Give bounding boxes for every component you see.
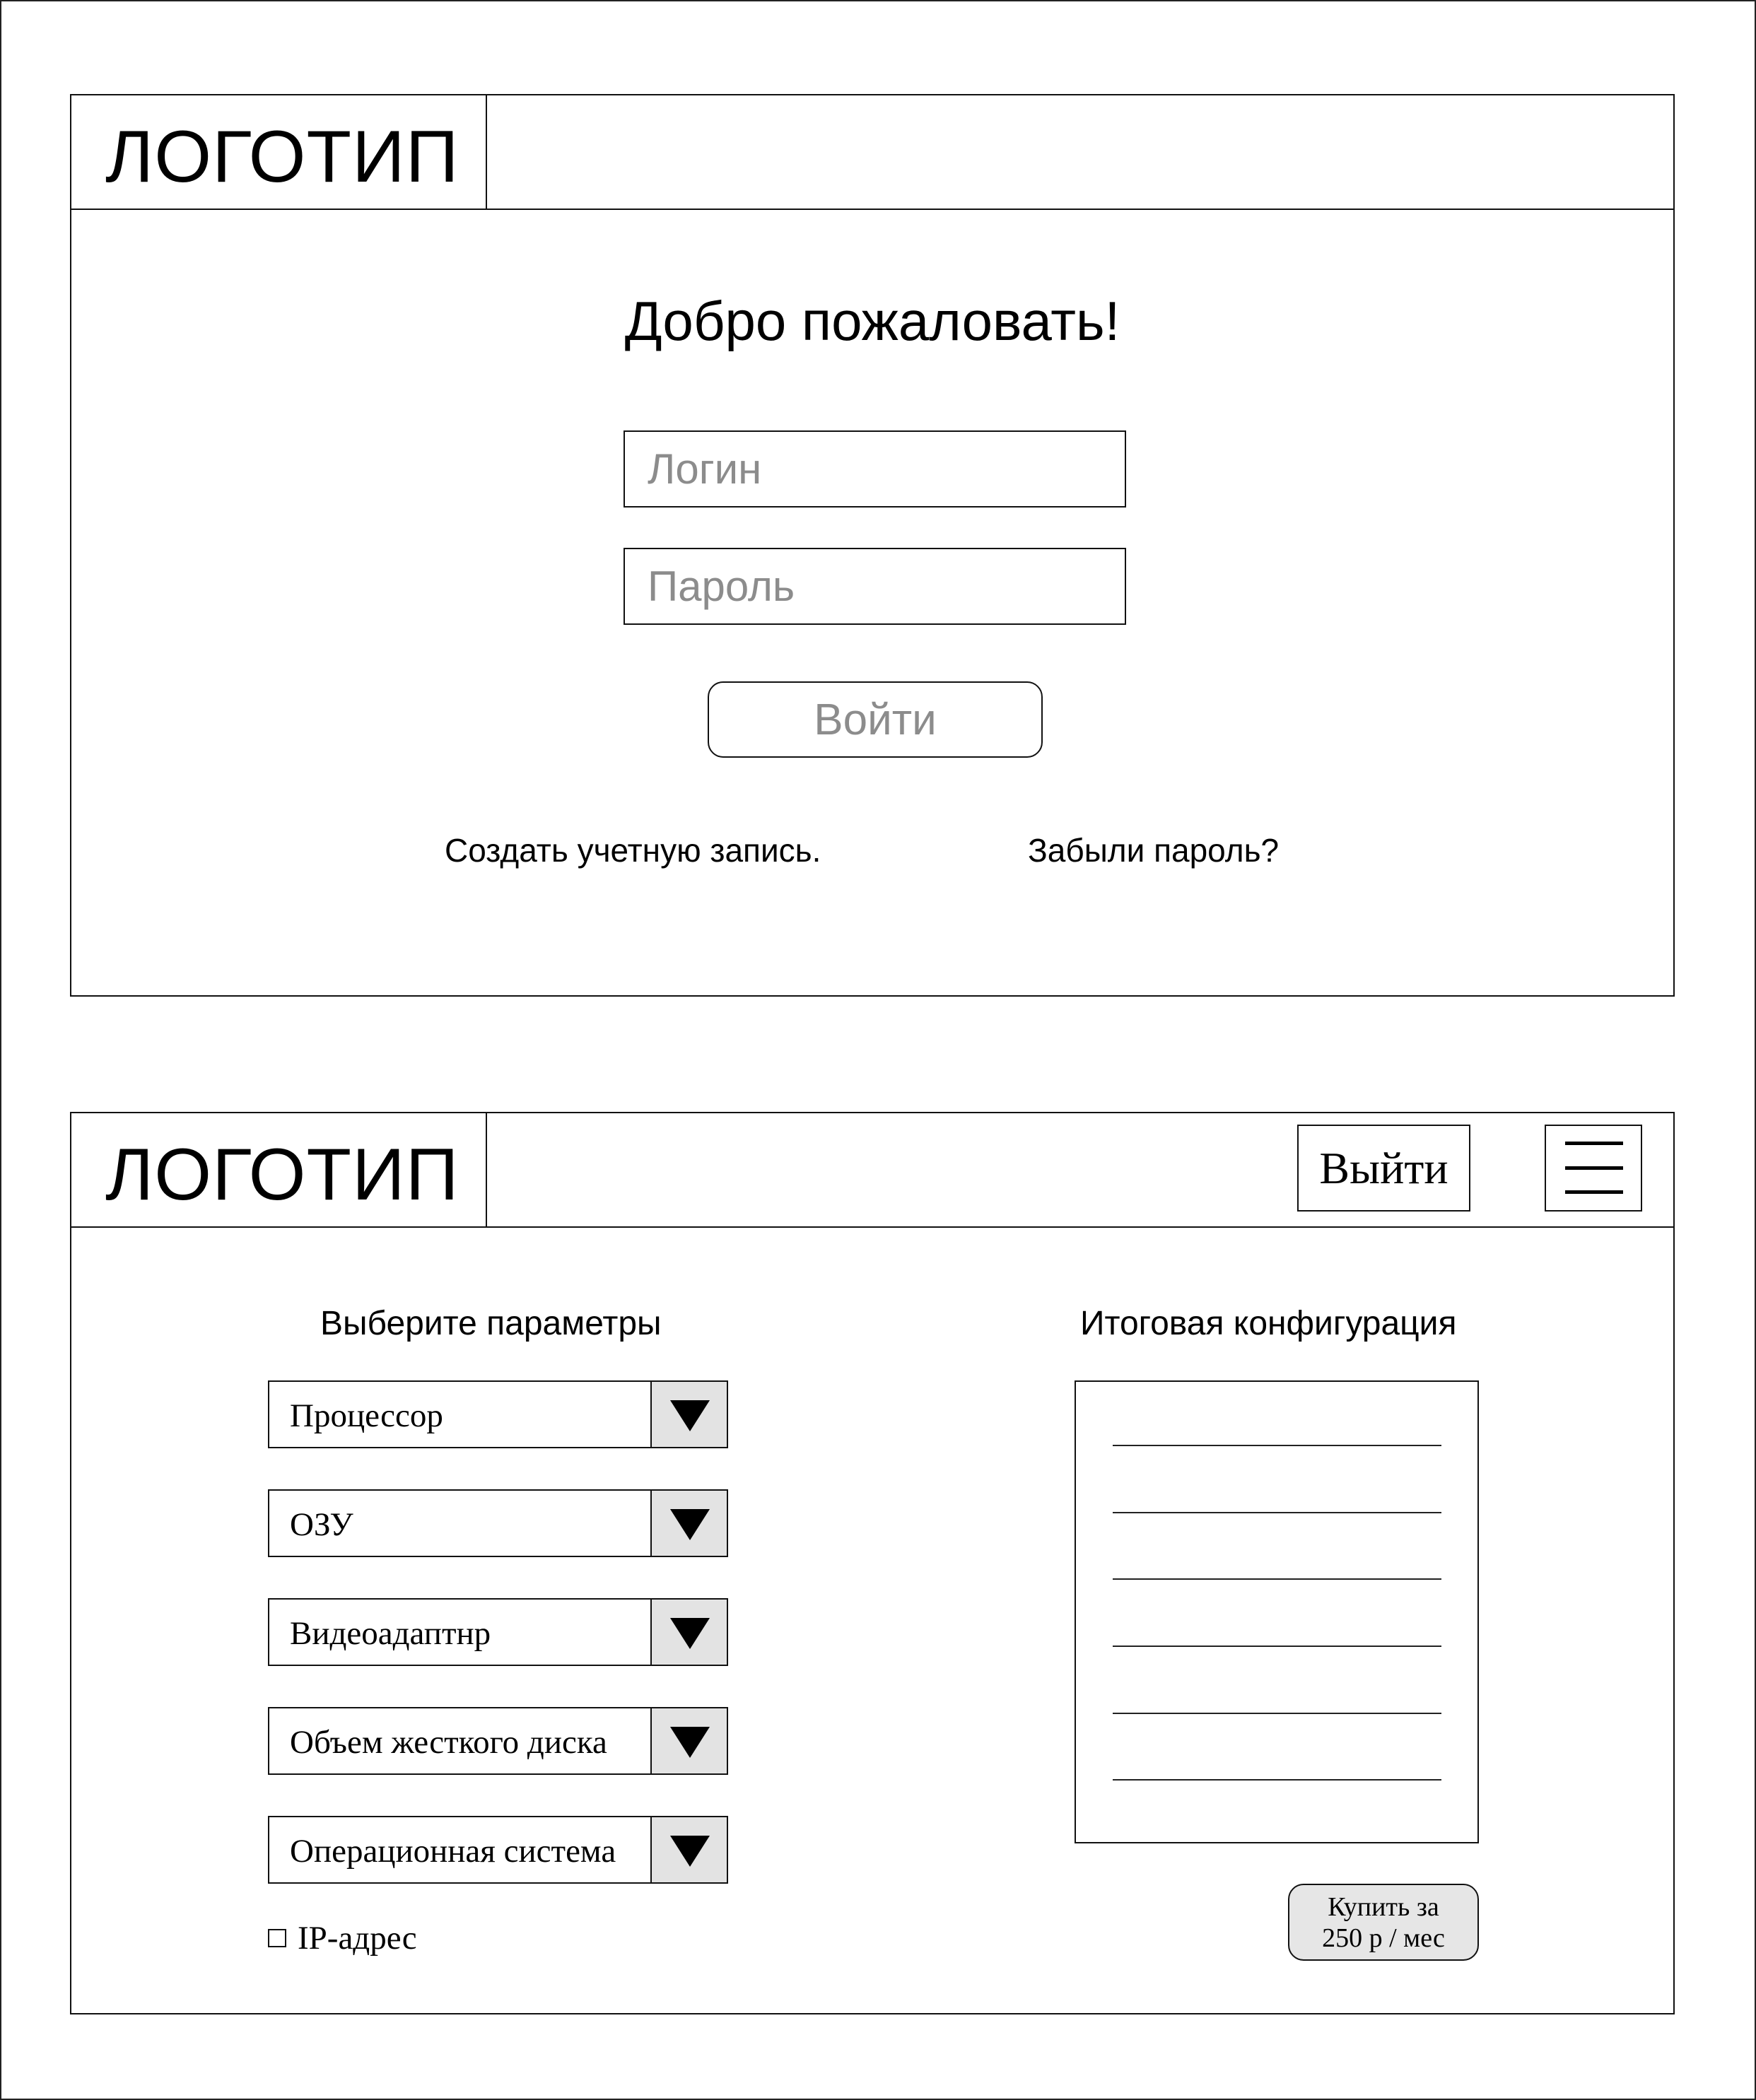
ip-address-option: IP-адрес <box>268 1917 417 1959</box>
forgot-password-link[interactable]: Забыли пароль? <box>1028 831 1279 870</box>
login-screen: ЛОГОТИП Добро пожаловать! Войти Создать … <box>70 94 1675 997</box>
password-field[interactable] <box>624 548 1126 625</box>
select-label: Операционная система <box>290 1833 616 1870</box>
hamburger-menu-icon[interactable] <box>1545 1125 1642 1212</box>
buy-button[interactable]: Купить за 250 р / мес <box>1288 1884 1479 1961</box>
dropdown-toggle[interactable] <box>650 1708 727 1773</box>
dropdown-toggle[interactable] <box>650 1382 727 1447</box>
login-header: ЛОГОТИП <box>71 95 1673 210</box>
config-header: ЛОГОТИП Выйти <box>71 1113 1673 1228</box>
summary-title: Итоговая конфигурация <box>1080 1305 1457 1342</box>
dropdown-toggle[interactable] <box>650 1600 727 1665</box>
welcome-heading: Добро пожаловать! <box>624 290 1120 352</box>
buy-price: 250 р / мес <box>1322 1923 1445 1953</box>
select-label: Процессор <box>290 1397 443 1434</box>
os-select[interactable]: Операционная система <box>268 1816 728 1884</box>
dropdown-toggle[interactable] <box>650 1817 727 1882</box>
logo-box: ЛОГОТИП <box>71 1113 487 1226</box>
triangle-down-icon <box>670 1727 710 1758</box>
logo-box: ЛОГОТИП <box>71 95 487 209</box>
summary-line <box>1113 1445 1441 1446</box>
menu-bar <box>1565 1166 1623 1170</box>
disk-size-select[interactable]: Объем жесткого диска <box>268 1707 728 1775</box>
summary-line <box>1113 1646 1441 1647</box>
buy-label: Купить за <box>1328 1891 1439 1922</box>
summary-line <box>1113 1713 1441 1714</box>
ip-address-checkbox[interactable] <box>268 1929 286 1947</box>
configurator-screen: ЛОГОТИП Выйти Выберите параметры Итогова… <box>70 1112 1675 2014</box>
create-account-link[interactable]: Создать учетную запись. <box>445 831 821 870</box>
triangle-down-icon <box>670 1836 710 1867</box>
select-label: ОЗУ <box>290 1506 353 1543</box>
triangle-down-icon <box>670 1509 710 1540</box>
processor-select[interactable]: Процессор <box>268 1380 728 1448</box>
summary-line <box>1113 1779 1441 1781</box>
ip-address-label: IP-адрес <box>298 1920 417 1957</box>
login-button[interactable]: Войти <box>708 681 1043 758</box>
select-label: Объем жесткого диска <box>290 1724 607 1761</box>
menu-bar <box>1565 1190 1623 1194</box>
menu-bar <box>1565 1142 1623 1145</box>
summary-line <box>1113 1578 1441 1580</box>
triangle-down-icon <box>670 1400 710 1431</box>
summary-line <box>1113 1512 1441 1513</box>
video-adapter-select[interactable]: Видеоадаптнр <box>268 1598 728 1666</box>
select-label: Видеоадаптнр <box>290 1615 491 1652</box>
logo: ЛОГОТИП <box>105 1134 460 1216</box>
ram-select[interactable]: ОЗУ <box>268 1489 728 1557</box>
login-field[interactable] <box>624 430 1126 508</box>
dropdown-toggle[interactable] <box>650 1491 727 1556</box>
login-input[interactable] <box>625 432 1125 506</box>
triangle-down-icon <box>670 1618 710 1649</box>
password-input[interactable] <box>625 549 1125 623</box>
logout-button[interactable]: Выйти <box>1297 1125 1470 1212</box>
params-title: Выберите параметры <box>320 1305 662 1342</box>
configuration-summary <box>1075 1380 1479 1843</box>
logo: ЛОГОТИП <box>105 116 460 198</box>
